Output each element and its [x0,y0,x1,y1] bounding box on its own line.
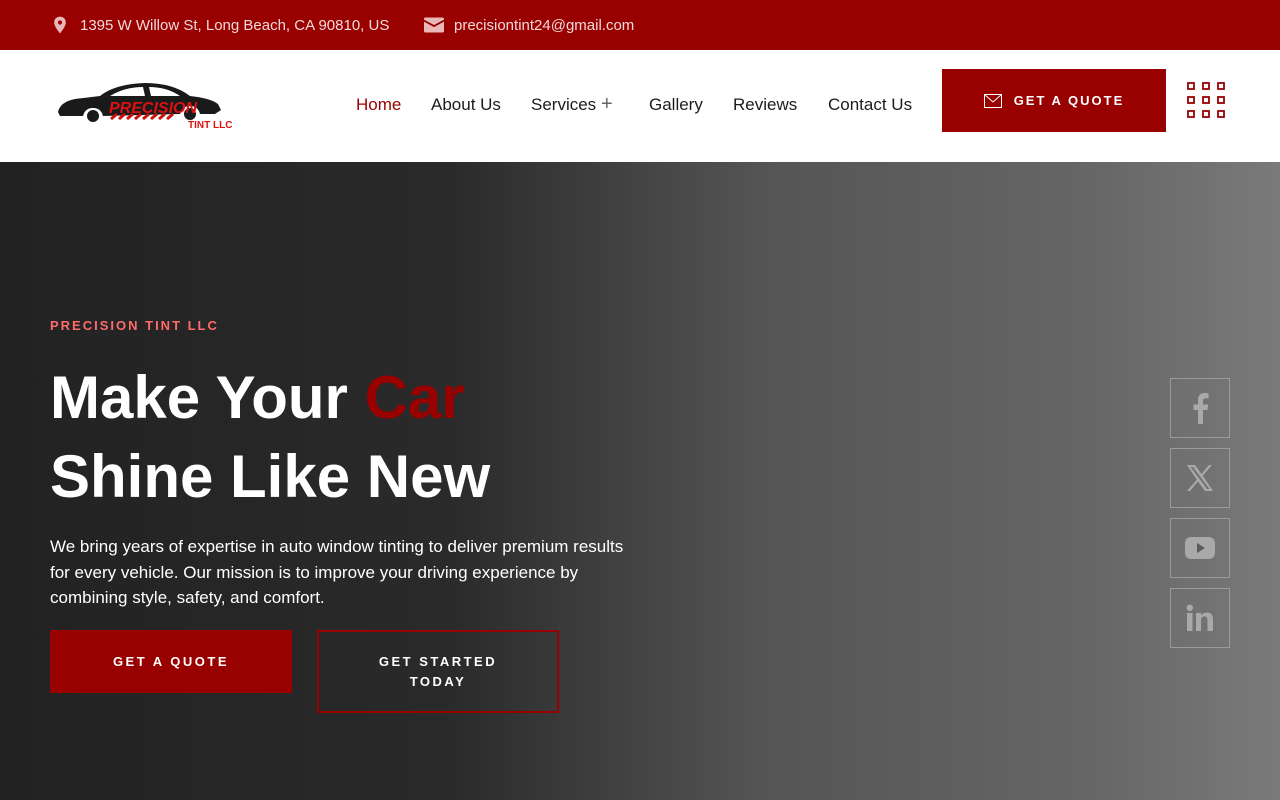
nav-about-us[interactable]: About Us [431,95,501,115]
x-twitter-icon [1187,465,1213,491]
hero-description: We bring years of expertise in auto wind… [50,537,624,607]
hero-get-started-button[interactable]: GET STARTED TODAY [317,630,559,713]
envelope-icon [424,17,444,33]
grid-menu-icon[interactable] [1187,82,1225,118]
svg-text:TINT LLC: TINT LLC [188,120,232,131]
hero-section: PRECISION TINT LLC Make Your Car Shine L… [0,162,1280,800]
plus-icon[interactable]: + [601,94,613,114]
address-text: 1395 W Willow St, Long Beach, CA 90810, … [80,16,390,34]
header-quote-button[interactable]: GET A QUOTE [942,69,1166,132]
car-logo-icon: PRECISION TINT LLC [58,83,232,131]
nav-reviews[interactable]: Reviews [733,95,797,115]
hero-title: Make Your Car Shine Like New [50,358,490,516]
nav-services[interactable]: Services [531,95,596,115]
address-item[interactable]: 1395 W Willow St, Long Beach, CA 90810, … [50,0,389,50]
facebook-link[interactable] [1170,378,1230,438]
linkedin-link[interactable] [1170,588,1230,648]
envelope-outline-icon [983,93,1002,108]
hero-eyebrow: PRECISION TINT LLC [50,318,219,333]
header-quote-label: GET A QUOTE [1013,93,1125,108]
main-header: PRECISION TINT LLC Home About Us Service… [0,50,1280,162]
hero-title-part1: Make Your [50,364,365,431]
x-twitter-link[interactable] [1170,448,1230,508]
email-text: precisiontint24@gmail.com [454,16,635,34]
nav-home[interactable]: Home [356,95,401,115]
hero-title-line2: Shine Like New [50,443,491,510]
hero-title-accent: Car [364,364,465,431]
linkedin-icon [1186,604,1213,631]
svg-text:PRECISION: PRECISION [109,100,197,117]
youtube-link[interactable] [1170,518,1230,578]
site-logo[interactable]: PRECISION TINT LLC [55,74,235,134]
nav-gallery[interactable]: Gallery [649,95,703,115]
nav-contact-us[interactable]: Contact Us [828,95,912,115]
top-contact-bar: 1395 W Willow St, Long Beach, CA 90810, … [0,0,1280,50]
youtube-icon [1185,537,1215,559]
map-pin-icon [54,16,66,34]
hero-quote-button[interactable]: GET A QUOTE [50,630,292,693]
email-item[interactable]: precisiontint24@gmail.com [424,0,634,50]
facebook-icon [1193,393,1209,424]
